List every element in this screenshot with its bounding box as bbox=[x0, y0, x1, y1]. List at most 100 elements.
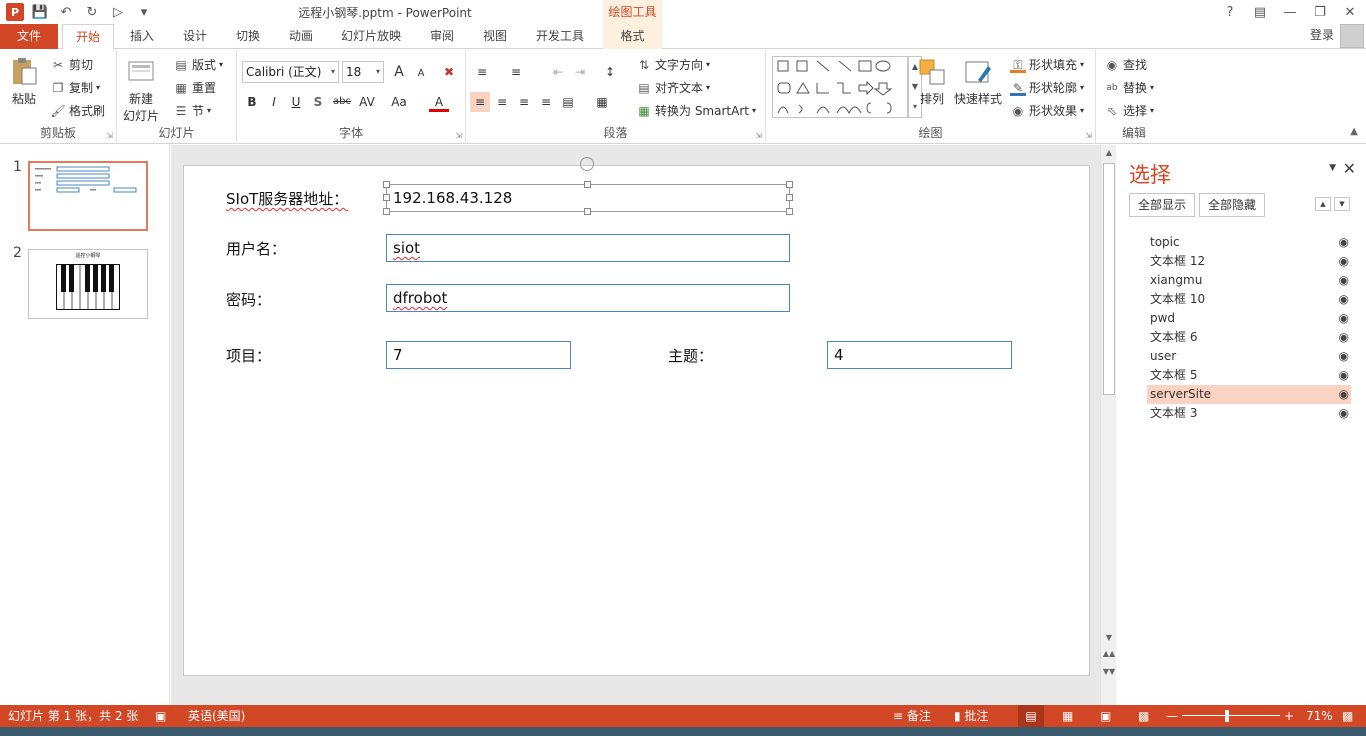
font-launcher-icon[interactable]: ⇲ bbox=[455, 131, 462, 140]
selection-item-user[interactable]: user ◉ bbox=[1147, 347, 1351, 366]
eye-icon[interactable]: ◉ bbox=[1339, 385, 1349, 404]
eye-icon[interactable]: ◉ bbox=[1339, 366, 1349, 385]
change-case-button[interactable]: Aa bbox=[387, 92, 411, 112]
convert-smartart-button[interactable]: ▦ 转换为 SmartArt ▾ bbox=[636, 102, 756, 119]
zoom-slider-thumb[interactable] bbox=[1225, 710, 1230, 722]
selection-item-serversite[interactable]: serverSite ◉ bbox=[1147, 385, 1351, 404]
resize-handle-bottom[interactable] bbox=[584, 208, 591, 215]
cut-button[interactable]: ✂ 剪切 bbox=[50, 56, 93, 73]
drawing-launcher-icon[interactable]: ⇲ bbox=[1085, 131, 1092, 140]
resize-handle-left[interactable] bbox=[383, 194, 390, 201]
line-spacing-icon[interactable]: ↕ bbox=[600, 62, 620, 82]
tab-view[interactable]: 视图 bbox=[475, 24, 515, 49]
normal-view-icon[interactable]: ▤ bbox=[1018, 705, 1044, 727]
tab-developer[interactable]: 开发工具 bbox=[528, 24, 592, 49]
resize-handle-bottom-right[interactable] bbox=[786, 208, 793, 215]
selection-item-pwd[interactable]: pwd ◉ bbox=[1147, 309, 1351, 328]
slide-canvas[interactable]: SIoT服务器地址： 192.168.43.128 用户名： siot 密码： … bbox=[183, 157, 1090, 676]
columns-icon[interactable]: ▦ bbox=[592, 92, 612, 112]
shape-outline-button[interactable]: ✎ 形状轮廓 ▾ bbox=[1010, 79, 1084, 96]
bring-forward-icon[interactable]: ▲ bbox=[1315, 197, 1331, 211]
clear-formatting-icon[interactable]: ✖ bbox=[439, 62, 459, 82]
selection-item-textbox-3[interactable]: 文本框 3 ◉ bbox=[1147, 404, 1351, 423]
section-button[interactable]: ☰ 节 ▾ bbox=[173, 102, 211, 119]
login-link[interactable]: 登录 bbox=[1310, 24, 1334, 46]
selection-item-xiangmu[interactable]: xiangmu ◉ bbox=[1147, 271, 1351, 290]
help-icon[interactable]: ? bbox=[1220, 2, 1240, 22]
rotate-handle-icon[interactable] bbox=[580, 157, 594, 171]
username-field[interactable]: siot bbox=[386, 234, 790, 262]
numbering-icon[interactable]: ≡ bbox=[506, 62, 526, 82]
resize-handle-top-right[interactable] bbox=[786, 181, 793, 188]
tab-slideshow[interactable]: 幻灯片放映 bbox=[334, 24, 408, 49]
strikethrough-button[interactable]: abc bbox=[330, 92, 354, 112]
eye-icon[interactable]: ◉ bbox=[1339, 347, 1349, 366]
close-icon[interactable]: ✕ bbox=[1340, 2, 1360, 22]
comments-button[interactable]: ▮ 批注 bbox=[954, 705, 988, 727]
tab-animations[interactable]: 动画 bbox=[281, 24, 321, 49]
tab-insert[interactable]: 插入 bbox=[122, 24, 162, 49]
copy-button[interactable]: ❐ 复制 ▾ bbox=[50, 79, 100, 96]
decrease-indent-icon[interactable]: ⇤ bbox=[548, 62, 568, 82]
resize-handle-top[interactable] bbox=[584, 181, 591, 188]
close-pane-icon[interactable]: ✕ bbox=[1343, 159, 1356, 178]
slide-thumbnail-1[interactable] bbox=[28, 161, 148, 231]
selection-item-textbox-5[interactable]: 文本框 5 ◉ bbox=[1147, 366, 1351, 385]
character-spacing-button[interactable]: AV bbox=[355, 92, 379, 112]
paragraph-launcher-icon[interactable]: ⇲ bbox=[755, 131, 762, 140]
selection-item-textbox-10[interactable]: 文本框 10 ◉ bbox=[1147, 290, 1351, 309]
eye-icon[interactable]: ◉ bbox=[1339, 271, 1349, 290]
selection-item-topic[interactable]: topic ◉ bbox=[1147, 233, 1351, 252]
font-color-button[interactable]: A bbox=[429, 92, 449, 112]
font-name-dropdown[interactable]: Calibri (正文) ▾ bbox=[242, 61, 339, 83]
tab-design[interactable]: 设计 bbox=[175, 24, 215, 49]
clipboard-launcher-icon[interactable]: ⇲ bbox=[106, 131, 113, 140]
zoom-in-icon[interactable]: + bbox=[1284, 705, 1294, 727]
scrollbar-thumb[interactable] bbox=[1103, 163, 1115, 395]
font-size-dropdown[interactable]: 18 ▾ bbox=[342, 61, 384, 83]
slide-sorter-icon[interactable]: ▦ bbox=[1062, 705, 1073, 727]
align-center-icon[interactable]: ≡ bbox=[492, 92, 512, 112]
fit-to-window-icon[interactable]: ▩ bbox=[1342, 705, 1353, 727]
next-slide-icon[interactable]: ▼▼ bbox=[1101, 667, 1117, 676]
send-backward-icon[interactable]: ▼ bbox=[1334, 197, 1350, 211]
collapse-ribbon-icon[interactable]: ▲ bbox=[1350, 126, 1358, 137]
pane-options-icon[interactable]: ▼ bbox=[1329, 163, 1336, 173]
previous-slide-icon[interactable]: ▲▲ bbox=[1101, 649, 1117, 658]
align-right-icon[interactable]: ≡ bbox=[514, 92, 534, 112]
scroll-up-icon[interactable]: ▲ bbox=[1101, 148, 1117, 157]
eye-icon[interactable]: ◉ bbox=[1339, 309, 1349, 328]
restore-icon[interactable]: ❐ bbox=[1310, 2, 1330, 22]
ribbon-display-icon[interactable]: ▤ bbox=[1250, 2, 1270, 22]
underline-button[interactable]: U bbox=[286, 92, 306, 112]
resize-handle-bottom-left[interactable] bbox=[383, 208, 390, 215]
justify-icon[interactable]: ≡ bbox=[536, 92, 556, 112]
zoom-level[interactable]: 71% bbox=[1306, 705, 1333, 727]
increase-indent-icon[interactable]: ⇥ bbox=[570, 62, 590, 82]
eye-icon[interactable]: ◉ bbox=[1339, 252, 1349, 271]
arrange-button[interactable]: 排列 bbox=[916, 56, 948, 107]
text-direction-button[interactable]: ⇅ 文字方向 ▾ bbox=[636, 56, 710, 73]
shape-effects-button[interactable]: ◉ 形状效果 ▾ bbox=[1010, 102, 1084, 119]
tab-transitions[interactable]: 切换 bbox=[228, 24, 268, 49]
eye-icon[interactable]: ◉ bbox=[1339, 404, 1349, 423]
notes-button[interactable]: ≡ 备注 bbox=[893, 705, 931, 727]
zoom-slider[interactable] bbox=[1182, 715, 1280, 716]
paste-button[interactable]: 粘贴 bbox=[8, 56, 40, 107]
tab-format[interactable]: 格式 bbox=[603, 24, 662, 49]
format-painter-button[interactable]: 🖌 格式刷 bbox=[50, 102, 105, 119]
slideshow-view-icon[interactable]: ▩ bbox=[1138, 705, 1149, 727]
distributed-icon[interactable]: ▤ bbox=[558, 92, 578, 112]
tab-file[interactable]: 文件 bbox=[0, 24, 58, 49]
quick-styles-button[interactable]: 快速样式 bbox=[954, 56, 1002, 107]
italic-button[interactable]: I bbox=[264, 92, 284, 112]
bold-button[interactable]: B bbox=[242, 92, 262, 112]
selection-item-textbox-12[interactable]: 文本框 12 ◉ bbox=[1147, 252, 1351, 271]
language-status[interactable]: 英语(美国) bbox=[188, 705, 245, 727]
zoom-out-icon[interactable]: — bbox=[1166, 705, 1178, 727]
eye-icon[interactable]: ◉ bbox=[1339, 328, 1349, 347]
bullets-icon[interactable]: ≡ bbox=[472, 62, 492, 82]
project-field[interactable]: 7 bbox=[386, 341, 571, 369]
shrink-font-button[interactable]: A bbox=[411, 64, 431, 84]
topic-field[interactable]: 4 bbox=[827, 341, 1012, 369]
